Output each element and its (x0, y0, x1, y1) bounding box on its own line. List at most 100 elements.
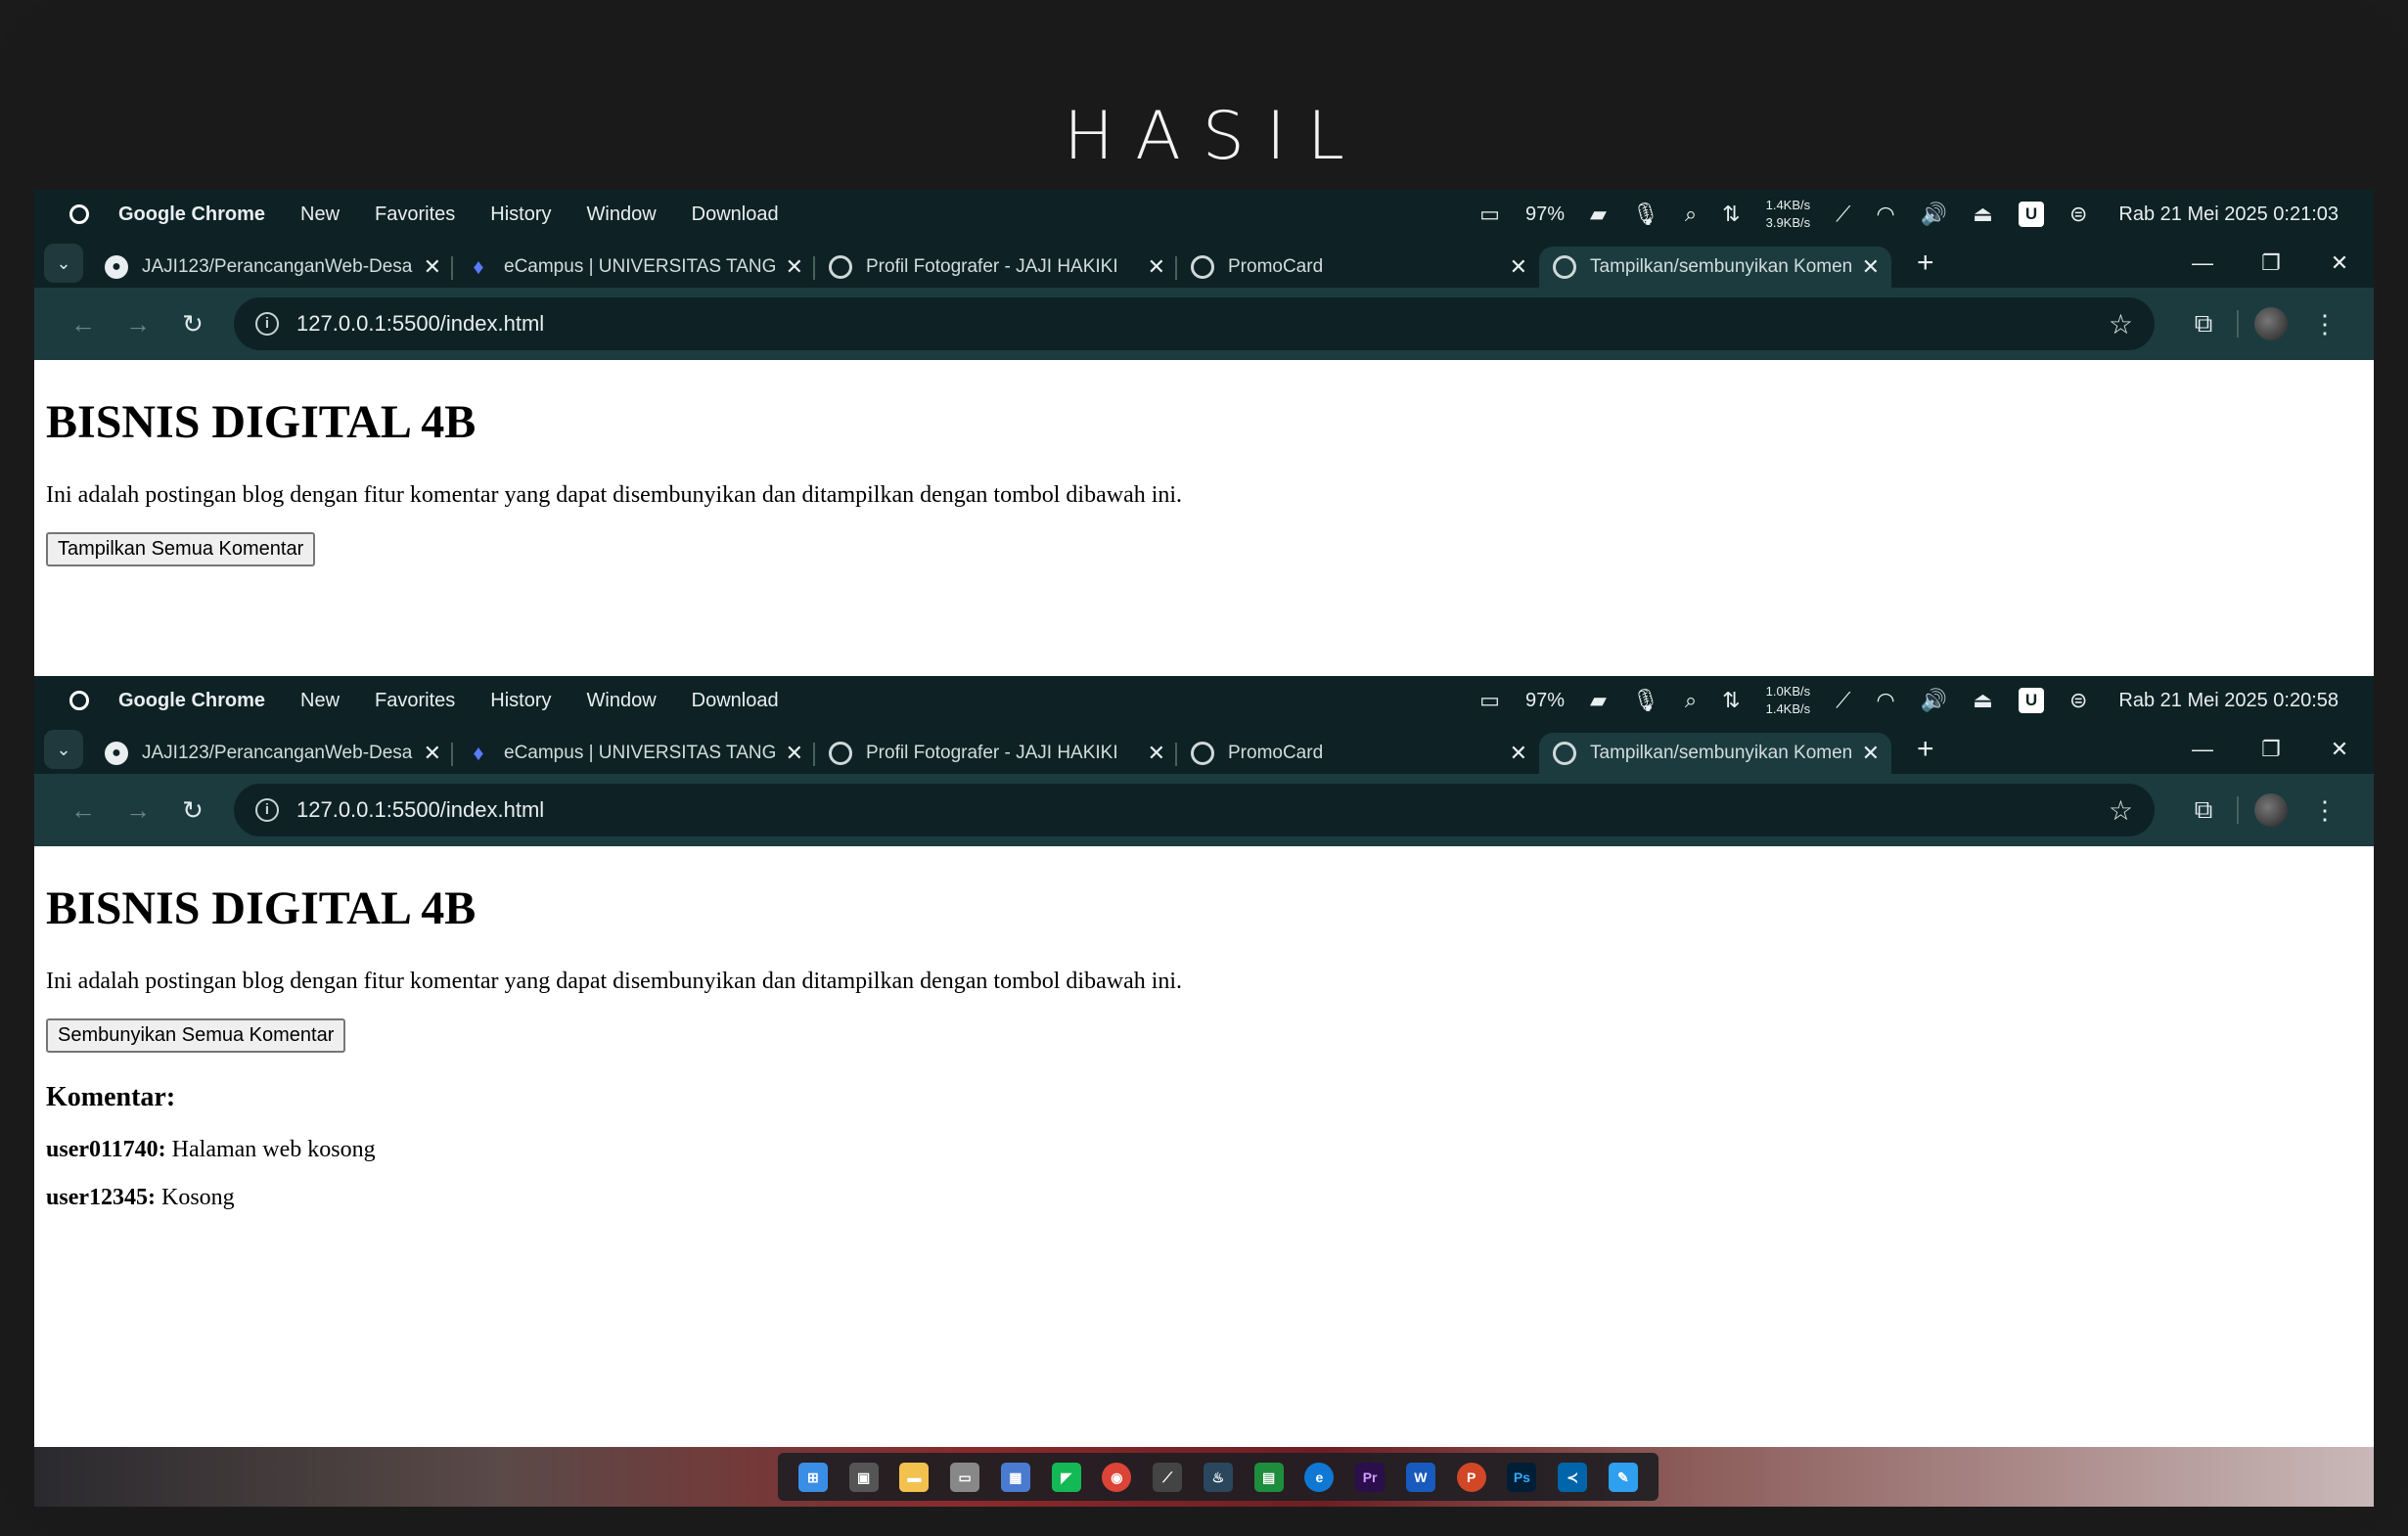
site-info-icon[interactable]: i (255, 312, 279, 336)
tab-profil[interactable]: Profil Fotografer - JAJI HAKIKI ✕ (815, 733, 1177, 774)
system-menu-icon[interactable] (69, 204, 89, 224)
tab-komentar-active[interactable]: Tampilkan/sembunyikan Komen ✕ (1539, 733, 1891, 774)
url-text[interactable]: 127.0.0.1:5500/index.html (296, 797, 2109, 823)
powerpoint-icon[interactable]: P (1456, 1462, 1486, 1492)
more-menu-icon[interactable]: ⋮ (2297, 795, 2352, 826)
restore-icon[interactable]: ❐ (2237, 250, 2305, 276)
control-center-icon[interactable]: ⊜ (2069, 202, 2087, 227)
sort-icon[interactable]: ⇅ (1722, 202, 1740, 227)
avatar[interactable] (2254, 307, 2288, 340)
steam-icon[interactable]: ♨ (1203, 1462, 1233, 1492)
eject-icon[interactable]: ⏏ (1973, 202, 1993, 227)
close-tab-icon[interactable]: ✕ (1862, 254, 1880, 280)
close-tab-icon[interactable]: ✕ (1862, 741, 1880, 766)
back-icon[interactable]: ← (56, 795, 111, 826)
close-window-icon[interactable]: ✕ (2305, 737, 2374, 762)
tab-search-icon[interactable]: ⌄ (44, 730, 83, 769)
tab-github[interactable]: ● JAJI123/PerancanganWeb-Desa ✕ (91, 733, 453, 774)
back-icon[interactable]: ← (56, 309, 111, 339)
menu-download[interactable]: Download (692, 203, 779, 226)
url-text[interactable]: 127.0.0.1:5500/index.html (296, 311, 2109, 337)
bookmark-star-icon[interactable]: ☆ (2109, 308, 2133, 340)
menu-favorites[interactable]: Favorites (375, 203, 455, 226)
restore-icon[interactable]: ❐ (2237, 737, 2305, 762)
site-info-icon[interactable]: i (255, 798, 279, 822)
close-window-icon[interactable]: ✕ (2305, 250, 2374, 276)
more-menu-icon[interactable]: ⋮ (2297, 309, 2352, 339)
menu-download[interactable]: Download (692, 690, 779, 712)
bluetooth-off-icon[interactable]: ⟋ (1836, 202, 1850, 227)
close-tab-icon[interactable]: ✕ (1510, 254, 1527, 280)
microphone-icon[interactable]: 🎙 (1632, 202, 1659, 227)
tab-promocard[interactable]: PromoCard ✕ (1177, 247, 1539, 288)
app-icon[interactable]: ⟋ (1153, 1462, 1183, 1492)
hide-comments-button[interactable]: Sembunyikan Semua Komentar (46, 1018, 346, 1053)
volume-icon[interactable]: 🔊 (1921, 688, 1947, 713)
bluetooth-off-icon[interactable]: ⟋ (1836, 688, 1850, 713)
display-icon[interactable]: ▭ (1479, 202, 1500, 227)
tab-promocard[interactable]: PromoCard ✕ (1177, 733, 1539, 774)
sort-icon[interactable]: ⇅ (1722, 688, 1740, 713)
task-view-icon[interactable]: ▣ (848, 1462, 879, 1492)
line-icon[interactable]: ◤ (1051, 1462, 1081, 1492)
sheets-icon[interactable]: ▤ (1253, 1462, 1284, 1492)
close-tab-icon[interactable]: ✕ (786, 741, 803, 766)
menu-favorites[interactable]: Favorites (375, 690, 455, 712)
system-menu-icon[interactable] (69, 691, 89, 710)
search-icon[interactable]: ⌕ (1685, 688, 1697, 713)
paint-icon[interactable]: ✎ (1608, 1462, 1638, 1492)
close-tab-icon[interactable]: ✕ (1148, 254, 1165, 280)
extensions-icon[interactable]: ⧉ (2176, 794, 2231, 826)
battery-icon[interactable]: ▰ (1590, 202, 1607, 227)
forward-icon[interactable]: → (111, 309, 165, 339)
reload-icon[interactable]: ↻ (165, 309, 220, 339)
avatar[interactable] (2254, 793, 2288, 827)
tab-ecampus[interactable]: ♦ eCampus | UNIVERSITAS TANGE ✕ (453, 733, 815, 774)
start-icon[interactable]: ⊞ (797, 1462, 828, 1492)
edge-icon[interactable]: e (1304, 1462, 1335, 1492)
tab-github[interactable]: ● JAJI123/PerancanganWeb-Desa ✕ (91, 247, 453, 288)
wifi-icon[interactable]: ◠ (1877, 202, 1895, 227)
menu-window[interactable]: Window (587, 690, 657, 712)
display-icon[interactable]: ▭ (1479, 688, 1500, 713)
new-tab-icon[interactable]: + (1917, 733, 1934, 766)
clock[interactable]: Rab 21 Mei 2025 0:21:03 (2118, 203, 2339, 226)
menu-app-name[interactable]: Google Chrome (118, 690, 265, 712)
control-center-icon[interactable]: ⊜ (2069, 688, 2087, 713)
tab-search-icon[interactable]: ⌄ (44, 244, 83, 283)
close-tab-icon[interactable]: ✕ (424, 741, 441, 766)
microphone-icon[interactable]: 🎙 (1632, 688, 1659, 713)
store-icon[interactable]: ▦ (1000, 1462, 1030, 1492)
extensions-icon[interactable]: ⧉ (2176, 308, 2231, 339)
file-explorer-icon[interactable]: ▬ (899, 1462, 930, 1492)
close-tab-icon[interactable]: ✕ (1510, 741, 1527, 766)
show-comments-button[interactable]: Tampilkan Semua Komentar (46, 532, 316, 566)
drive-icon[interactable]: ▭ (950, 1462, 980, 1492)
tab-ecampus[interactable]: ♦ eCampus | UNIVERSITAS TANGE ✕ (453, 247, 815, 288)
eject-icon[interactable]: ⏏ (1973, 688, 1993, 713)
word-icon[interactable]: W (1405, 1462, 1435, 1492)
tab-komentar-active[interactable]: Tampilkan/sembunyikan Komen ✕ (1539, 247, 1891, 288)
forward-icon[interactable]: → (111, 795, 165, 826)
battery-icon[interactable]: ▰ (1590, 688, 1607, 713)
premiere-icon[interactable]: Pr (1355, 1462, 1386, 1492)
close-tab-icon[interactable]: ✕ (1148, 741, 1165, 766)
u-badge-icon[interactable]: U (2018, 202, 2044, 227)
volume-icon[interactable]: 🔊 (1921, 202, 1947, 227)
wifi-icon[interactable]: ◠ (1877, 688, 1895, 713)
clock[interactable]: Rab 21 Mei 2025 0:20:58 (2118, 690, 2339, 712)
address-bar[interactable]: i 127.0.0.1:5500/index.html ☆ (234, 297, 2155, 350)
search-icon[interactable]: ⌕ (1685, 202, 1697, 227)
minimize-icon[interactable]: — (2168, 250, 2237, 276)
vscode-icon[interactable]: ≺ (1558, 1462, 1588, 1492)
menu-app-name[interactable]: Google Chrome (118, 203, 265, 226)
close-tab-icon[interactable]: ✕ (786, 254, 803, 280)
close-tab-icon[interactable]: ✕ (424, 254, 441, 280)
chrome-icon[interactable]: ◉ (1102, 1462, 1132, 1492)
new-tab-icon[interactable]: + (1917, 247, 1934, 280)
bookmark-star-icon[interactable]: ☆ (2109, 794, 2133, 827)
menu-history[interactable]: History (490, 690, 551, 712)
photoshop-icon[interactable]: Ps (1507, 1462, 1537, 1492)
menu-new[interactable]: New (300, 203, 340, 226)
address-bar[interactable]: i 127.0.0.1:5500/index.html ☆ (234, 784, 2155, 836)
